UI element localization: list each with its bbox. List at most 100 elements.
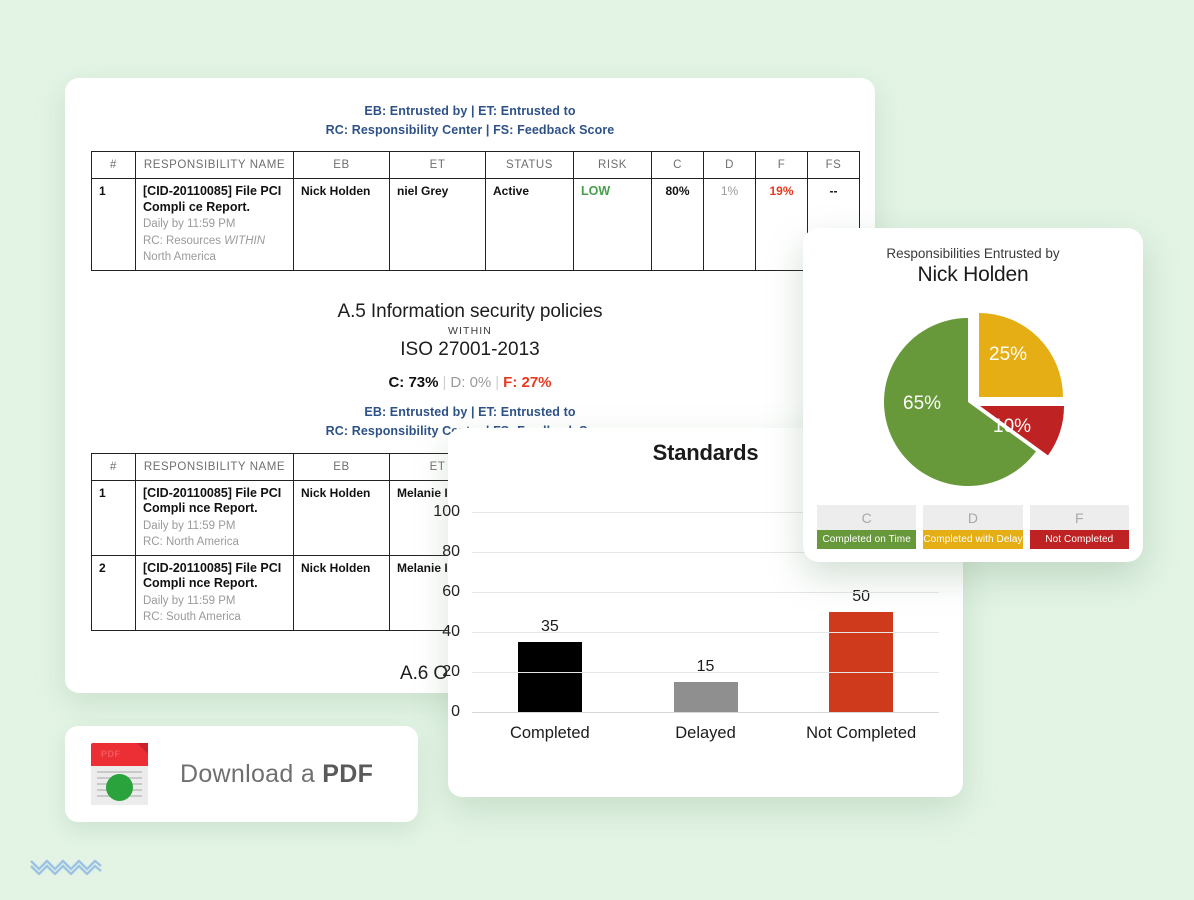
bar-y-tick-label: 80 (442, 543, 460, 560)
row-f: 19% (755, 178, 808, 271)
legend-line-1: EB: Entrusted by | ET: Entrusted to (364, 104, 576, 118)
pie-card-person-name: Nick Holden (917, 263, 1029, 286)
legend-item-d: D Completed with Delay (923, 505, 1023, 549)
download-pdf-label: Download a PDF (180, 760, 373, 789)
table1-col-fs: FS (807, 151, 860, 179)
rc-within: WITHIN (224, 234, 266, 247)
row-responsibility-name: [CID-20110085] File PCI Compli nce Repor… (135, 479, 294, 556)
stat-separator-2: | (495, 373, 500, 391)
abbreviation-legend-top: EB: Entrusted by | ET: Entrusted to RC: … (91, 102, 849, 140)
row-number: 1 (91, 178, 136, 271)
pie-chart-graphic: 65% 25% 10% (873, 301, 1073, 501)
stat-f: F: 27% (503, 373, 552, 391)
section-within-label: WITHIN (448, 324, 492, 337)
stat-d: D: 0% (450, 373, 492, 391)
pdf-file-icon: PDF (91, 743, 148, 805)
bar-item[interactable]: 15 (628, 512, 784, 712)
wave-decoration-icon (30, 859, 102, 875)
table1-header-row: # RESPONSIBILITY NAME EB ET STATUS RISK … (91, 151, 860, 179)
bar-rect[interactable] (517, 642, 582, 712)
stat-c: C: 73% (388, 373, 439, 391)
responsibility-schedule: Daily by 11:59 PM (143, 218, 236, 230)
table1-col-num: # (91, 151, 136, 179)
responsibility-title: [CID-20110085] File PCI Compli nce Repor… (143, 485, 282, 516)
row-eb: Nick Holden (293, 479, 390, 556)
pie-chart-legend: C Completed on Time D Completed with Del… (817, 505, 1129, 549)
table2-col-num: # (91, 452, 136, 481)
bar-value-label: 35 (540, 618, 559, 635)
table1-col-et: ET (389, 151, 486, 179)
section-standard: ISO 27001-2013 (400, 338, 540, 360)
bar-value-label: 15 (696, 658, 715, 675)
bar-gridline (472, 592, 939, 593)
table1-col-c: C (651, 151, 704, 179)
legend-label-f: Not Completed (1029, 530, 1129, 549)
pie-label-c: 65% (903, 393, 942, 414)
legend-grade-d: D (923, 505, 1023, 530)
pie-card-subtitle: Responsibilities Entrusted by (886, 246, 1060, 261)
bar-rect[interactable] (829, 612, 894, 712)
table1-col-eb: EB (293, 151, 390, 179)
risk-badge: LOW (581, 184, 611, 198)
row-status: Active (485, 178, 574, 271)
bar-y-tick-label: 20 (442, 663, 460, 680)
responsibility-schedule: Daily by 11:59 PM (143, 519, 236, 532)
bar-category-label: Delayed (675, 724, 736, 742)
bar-rect[interactable] (673, 682, 738, 712)
table1-col-f: F (755, 151, 808, 179)
table2-col-name: RESPONSIBILITY NAME (135, 452, 294, 481)
responsibilities-table-1: # RESPONSIBILITY NAME EB ET STATUS RISK … (91, 151, 860, 271)
table1-col-risk: RISK (573, 151, 652, 179)
screenshot-stage: EB: Entrusted by | ET: Entrusted to RC: … (0, 0, 1194, 900)
row-responsibility-name: [CID-20110085] File PCI Compli nce Repor… (135, 554, 294, 631)
bar-y-tick-label: 100 (433, 503, 460, 520)
responsibility-schedule: Daily by 11:59 PM (143, 594, 236, 607)
table1-col-name: RESPONSIBILITY NAME (135, 151, 294, 179)
row-eb: Nick Holden (293, 554, 390, 631)
legend-line-1b: EB: Entrusted by | ET: Entrusted to (364, 404, 576, 419)
pie-label-f: 10% (993, 416, 1032, 437)
download-pdf-strong: PDF (322, 759, 374, 788)
legend-label-c: Completed on Time (817, 530, 917, 549)
responsibility-title: [CID-20110085] File PCI Compli ce Report… (143, 184, 282, 214)
value-fs: -- (829, 184, 838, 198)
bar-gridline (472, 712, 939, 713)
row-eb: Nick Holden (293, 178, 390, 271)
legend-item-f: F Not Completed (1029, 505, 1129, 549)
row-number: 1 (91, 479, 136, 556)
bar-y-tick-label: 0 (451, 703, 460, 720)
legend-line-2: RC: Responsibility Center | FS: Feedback… (325, 123, 615, 137)
bar-gridline (472, 632, 939, 633)
bar-item[interactable]: 35 (472, 512, 628, 712)
pie-label-d: 25% (989, 344, 1028, 365)
row-d: 1% (703, 178, 756, 271)
table1-col-d: D (703, 151, 756, 179)
table1-col-status: STATUS (485, 151, 574, 179)
responsibility-center: RC: South America (143, 611, 241, 623)
responsibility-center: RC: Resources WITHIN (143, 234, 286, 249)
section-heading-a5: A.5 Information security policies WITHIN… (91, 301, 849, 441)
table-row: 1 [CID-20110085] File PCI Compli ce Repo… (91, 178, 860, 271)
value-f: 19% (769, 184, 794, 198)
legend-item-c: C Completed on Time (817, 505, 917, 549)
stat-separator-1: | (442, 373, 447, 391)
bar-gridline (472, 672, 939, 673)
row-et: niel Grey (389, 178, 486, 271)
value-c: 80% (665, 184, 690, 198)
download-pdf-prefix: Download a (180, 759, 323, 788)
bar-y-tick-label: 60 (442, 583, 460, 600)
entrusted-pie-chart-card: Responsibilities Entrusted by Nick Holde… (803, 228, 1143, 562)
section-title: A.5 Information security policies (337, 300, 603, 322)
legend-label-d: Completed with Delay (923, 530, 1023, 549)
legend-grade-f: F (1029, 505, 1129, 530)
download-pdf-button[interactable]: PDF Download a PDF (65, 726, 418, 822)
row-responsibility-name: [CID-20110085] File PCI Compli ce Report… (135, 178, 294, 271)
bar-y-tick-label: 40 (442, 623, 460, 640)
bar-value-label: 50 (852, 588, 871, 605)
responsibility-region: North America (143, 251, 216, 263)
row-risk: LOW (573, 178, 652, 271)
value-d: 1% (720, 184, 739, 198)
responsibility-center: RC: North America (143, 536, 239, 548)
bar-category-label: Completed (509, 724, 590, 742)
pdf-icon-text: PDF (101, 749, 121, 759)
